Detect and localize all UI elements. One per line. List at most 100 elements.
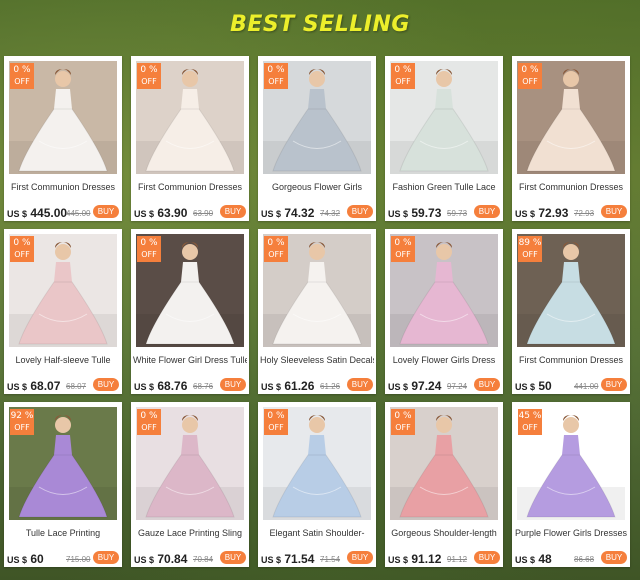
discount-percent: 0 % bbox=[140, 411, 158, 421]
buy-button[interactable]: BUY bbox=[220, 378, 246, 391]
buy-button[interactable]: BUY bbox=[93, 378, 119, 391]
discount-off-label: OFF bbox=[395, 77, 411, 86]
original-price: 86.68 bbox=[574, 555, 595, 564]
buy-button[interactable]: BUY bbox=[220, 551, 246, 564]
product-card[interactable]: 0 % OFF Elegant Satin Shoulder- US $ 71.54 7… bbox=[258, 402, 376, 567]
price-value: 71.54 bbox=[284, 552, 315, 566]
product-grid: 0 % OFF First Communion Dresses US $ 445.00… bbox=[4, 56, 638, 567]
currency-label: US $ bbox=[261, 209, 282, 219]
buy-button[interactable]: BUY bbox=[347, 551, 373, 564]
product-card[interactable]: 0 % OFF Lovely Flower Girls Dress US $ 97.2… bbox=[385, 229, 503, 394]
discount-off-label: OFF bbox=[522, 423, 538, 432]
buy-button[interactable]: BUY bbox=[601, 205, 627, 218]
product-name[interactable]: First Communion Dresses bbox=[514, 355, 628, 369]
discount-badge: 0 % OFF bbox=[264, 409, 288, 435]
discount-off-label: OFF bbox=[522, 77, 538, 86]
price-value: 59.73 bbox=[411, 206, 442, 220]
buy-button[interactable]: BUY bbox=[93, 205, 119, 218]
product-name[interactable]: Gorgeous Shoulder-length bbox=[387, 528, 501, 542]
discount-percent: 0 % bbox=[13, 238, 31, 248]
buy-button[interactable]: BUY bbox=[347, 205, 373, 218]
price-value: 68.76 bbox=[157, 379, 188, 393]
currency-label: US $ bbox=[388, 209, 409, 219]
price-value: 61.26 bbox=[284, 379, 315, 393]
product-price: US $ 61.26 bbox=[261, 379, 314, 393]
discount-badge: 0 % OFF bbox=[264, 236, 288, 262]
product-name[interactable]: Gauze Lace Printing Sling bbox=[133, 528, 247, 542]
original-price: 61.26 bbox=[320, 382, 341, 391]
buy-button[interactable]: BUY bbox=[220, 205, 246, 218]
product-card[interactable]: 0 % OFF Fashion Green Tulle Lace US $ 59.73… bbox=[385, 56, 503, 221]
product-card[interactable]: 0 % OFF First Communion Dresses US $ 72.93 7… bbox=[512, 56, 630, 221]
discount-percent: 0 % bbox=[267, 411, 285, 421]
discount-badge: 0 % OFF bbox=[137, 63, 161, 89]
discount-badge: 0 % OFF bbox=[264, 63, 288, 89]
product-card[interactable]: 92 % OFF Tulle Lace Printing US $ 60 715.00 B… bbox=[4, 402, 122, 567]
product-name[interactable]: White Flower Girl Dress Tulle bbox=[133, 355, 247, 369]
product-price: US $ 74.32 bbox=[261, 206, 314, 220]
discount-badge: 0 % OFF bbox=[137, 409, 161, 435]
price-value: 48 bbox=[538, 552, 552, 566]
discount-badge: 45 % OFF bbox=[518, 409, 542, 435]
discount-badge: 0 % OFF bbox=[137, 236, 161, 262]
discount-percent: 0 % bbox=[13, 65, 31, 75]
buy-button[interactable]: BUY bbox=[93, 551, 119, 564]
currency-label: US $ bbox=[388, 382, 409, 392]
buy-button[interactable]: BUY bbox=[474, 205, 500, 218]
product-card[interactable]: 0 % OFF White Flower Girl Dress Tulle US $ … bbox=[131, 229, 249, 394]
discount-badge: 0 % OFF bbox=[10, 63, 34, 89]
discount-off-label: OFF bbox=[522, 250, 538, 259]
original-price: 72.93 bbox=[574, 209, 595, 218]
price-value: 50 bbox=[538, 379, 552, 393]
original-price: 59.73 bbox=[447, 209, 468, 218]
product-name[interactable]: First Communion Dresses bbox=[6, 182, 120, 196]
product-name[interactable]: First Communion Dresses bbox=[514, 182, 628, 196]
original-price: 70.84 bbox=[193, 555, 214, 564]
buy-button[interactable]: BUY bbox=[601, 551, 627, 564]
original-price: 74.32 bbox=[320, 209, 341, 218]
product-card[interactable]: 0 % OFF Lovely Half-sleeve Tulle US $ 68.07… bbox=[4, 229, 122, 394]
currency-label: US $ bbox=[515, 209, 536, 219]
product-name[interactable]: Lovely Flower Girls Dress bbox=[387, 355, 501, 369]
discount-off-label: OFF bbox=[141, 250, 157, 259]
product-price: US $ 70.84 bbox=[134, 552, 187, 566]
discount-badge: 0 % OFF bbox=[391, 236, 415, 262]
buy-button[interactable]: BUY bbox=[347, 378, 373, 391]
discount-percent: 89 % bbox=[518, 238, 542, 248]
discount-off-label: OFF bbox=[141, 77, 157, 86]
product-card[interactable]: 0 % OFF Gauze Lace Printing Sling US $ 70.8… bbox=[131, 402, 249, 567]
buy-button[interactable]: BUY bbox=[601, 378, 627, 391]
product-card[interactable]: 45 % OFF Purple Flower Girls Dresses US $ 4… bbox=[512, 402, 630, 567]
discount-off-label: OFF bbox=[14, 423, 30, 432]
currency-label: US $ bbox=[7, 209, 28, 219]
product-name[interactable]: Holy Sleeveless Satin Decals bbox=[260, 355, 374, 369]
product-price: US $ 445.00 bbox=[7, 206, 67, 220]
product-name[interactable]: Gorgeous Flower Girls bbox=[260, 182, 374, 196]
product-name[interactable]: Purple Flower Girls Dresses bbox=[514, 528, 628, 542]
price-value: 63.90 bbox=[157, 206, 188, 220]
product-price: US $ 68.76 bbox=[134, 379, 187, 393]
original-price: 68.76 bbox=[193, 382, 214, 391]
buy-button[interactable]: BUY bbox=[474, 551, 500, 564]
discount-percent: 0 % bbox=[267, 238, 285, 248]
product-name[interactable]: Lovely Half-sleeve Tulle bbox=[6, 355, 120, 369]
product-card[interactable]: 0 % OFF Gorgeous Shoulder-length US $ 91.12… bbox=[385, 402, 503, 567]
discount-badge: 0 % OFF bbox=[10, 236, 34, 262]
price-value: 74.32 bbox=[284, 206, 315, 220]
product-name[interactable]: Tulle Lace Printing bbox=[6, 528, 120, 542]
discount-percent: 0 % bbox=[394, 411, 412, 421]
product-card[interactable]: 0 % OFF First Communion Dresses US $ 445.00… bbox=[4, 56, 122, 221]
product-card[interactable]: 0 % OFF Gorgeous Flower Girls US $ 74.32 74.… bbox=[258, 56, 376, 221]
product-name[interactable]: Elegant Satin Shoulder- bbox=[260, 528, 374, 542]
product-name[interactable]: First Communion Dresses bbox=[133, 182, 247, 196]
product-price: US $ 91.12 bbox=[388, 552, 441, 566]
product-card[interactable]: 89 % OFF First Communion Dresses US $ 50 441… bbox=[512, 229, 630, 394]
product-card[interactable]: 0 % OFF Holy Sleeveless Satin Decals US $ 6… bbox=[258, 229, 376, 394]
product-card[interactable]: 0 % OFF First Communion Dresses US $ 63.90 6… bbox=[131, 56, 249, 221]
discount-percent: 0 % bbox=[267, 65, 285, 75]
product-price: US $ 48 bbox=[515, 552, 552, 566]
currency-label: US $ bbox=[7, 382, 28, 392]
buy-button[interactable]: BUY bbox=[474, 378, 500, 391]
currency-label: US $ bbox=[134, 555, 155, 565]
product-name[interactable]: Fashion Green Tulle Lace bbox=[387, 182, 501, 196]
